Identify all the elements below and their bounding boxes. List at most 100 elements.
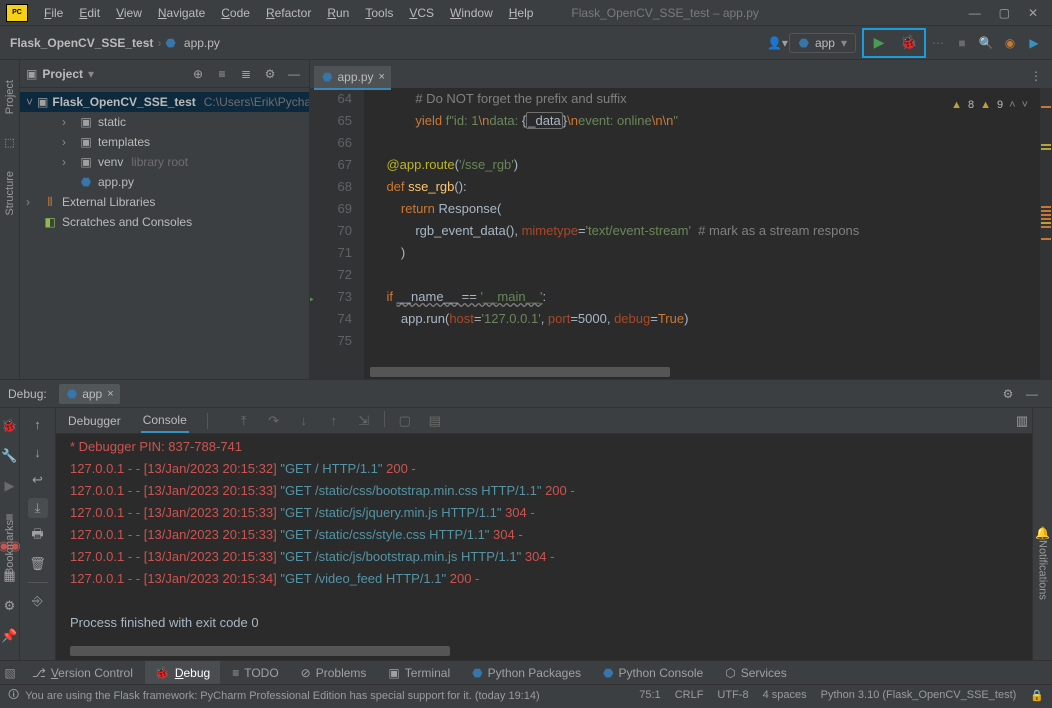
tree-item[interactable]: ›▣venvlibrary root — [20, 152, 309, 172]
wrench-icon[interactable]: 🔧 — [0, 446, 20, 466]
debug-tool[interactable]: 🐞Debug — [145, 661, 220, 684]
expand-icon[interactable]: ≡ — [213, 65, 231, 83]
editor-scrollbar[interactable] — [1040, 88, 1052, 379]
menu-file[interactable]: File — [36, 6, 71, 20]
tree-item[interactable]: ⬣app.py — [20, 172, 309, 192]
menu-run[interactable]: Run — [319, 6, 357, 20]
debug-config-tab[interactable]: ⬣ app × — [59, 384, 120, 404]
editor-gutter[interactable]: 64656667686970717273▶7475 — [310, 88, 364, 379]
code-area[interactable]: # Do NOT forget the prefix and suffix yi… — [364, 88, 1052, 379]
menu-edit[interactable]: Edit — [71, 6, 108, 20]
notifications-tab[interactable]: Notifications — [1037, 540, 1049, 600]
gear-icon[interactable]: ⚙ — [261, 65, 279, 83]
breadcrumb-file[interactable]: app.py — [184, 36, 220, 50]
debugger-tab[interactable]: Debugger — [66, 410, 123, 432]
chevron-down-icon[interactable]: ▾ — [88, 67, 94, 81]
warning-icon[interactable]: ▲ — [980, 94, 991, 116]
menu-tools[interactable]: Tools — [357, 6, 401, 20]
caret-position[interactable]: 75:1 — [639, 689, 660, 702]
menu-help[interactable]: Help — [501, 6, 542, 20]
menu-view[interactable]: View — [108, 6, 150, 20]
editor-tab[interactable]: ⬣ app.py × — [314, 66, 391, 90]
bookmarks-tab[interactable]: Bookmarks — [4, 520, 16, 575]
more-run-icon[interactable]: ⋯ — [926, 31, 950, 55]
indent[interactable]: 4 spaces — [763, 689, 807, 702]
up-icon[interactable]: ˄ — [1009, 94, 1015, 116]
version-control-tool[interactable]: ⎇Version Control — [22, 661, 143, 684]
collapse-icon[interactable]: ≣ — [237, 65, 255, 83]
menu-vcs[interactable]: VCS — [401, 6, 442, 20]
bug-icon[interactable]: 🐞 — [0, 416, 20, 436]
terminal-tool[interactable]: ▣Terminal — [378, 661, 460, 684]
print-icon[interactable]: 🖶 — [28, 526, 48, 546]
search-icon[interactable]: 🔍 — [974, 31, 998, 55]
menu-code[interactable]: Code — [213, 6, 258, 20]
tree-item[interactable]: ›⫴External Libraries — [20, 192, 309, 212]
bottom-toolbar: ▧ ⎇Version Control 🐞Debug ≡TODO ⊘Problem… — [0, 660, 1052, 684]
warning-icon[interactable]: ▲ — [951, 94, 962, 116]
user-icon[interactable]: 👤▾ — [765, 31, 789, 55]
trash-icon[interactable]: 🗑 — [28, 554, 48, 574]
notifications-icon[interactable]: 🔔 — [1035, 526, 1050, 540]
minimize-icon[interactable]: — — [969, 6, 981, 20]
tree-item[interactable]: ◧Scratches and Consoles — [20, 212, 309, 232]
console-tab[interactable]: Console — [141, 409, 189, 433]
sync-icon[interactable]: ◉ — [998, 31, 1022, 55]
layout-panel-icon[interactable]: ▥ — [1012, 411, 1032, 431]
menu-window[interactable]: Window — [442, 6, 501, 20]
wrap-icon[interactable]: ↩ — [28, 470, 48, 490]
tree-item[interactable]: ˅▣Flask_OpenCV_SSE_testC:\Users\Erik\Pyc… — [20, 92, 309, 112]
encoding[interactable]: UTF-8 — [717, 689, 748, 702]
status-message[interactable]: You are using the Flask framework: PyCha… — [25, 690, 539, 702]
step-into-icon[interactable]: ↓ — [294, 411, 314, 431]
close-icon[interactable]: ✕ — [1028, 6, 1038, 20]
hide-icon[interactable]: — — [285, 65, 303, 83]
structure-tool-tab[interactable]: Structure — [4, 171, 16, 216]
step-out-icon[interactable]: ↑ — [324, 411, 344, 431]
hide-panel-icon[interactable]: — — [1020, 382, 1044, 406]
tree-item[interactable]: ›▣static — [20, 112, 309, 132]
menu-refactor[interactable]: Refactor — [258, 6, 319, 20]
todo-tool[interactable]: ≡TODO — [222, 661, 288, 684]
tree-item[interactable]: ›▣templates — [20, 132, 309, 152]
breadcrumb-project[interactable]: Flask_OpenCV_SSE_test — [10, 36, 153, 50]
gear-icon[interactable]: ⚙ — [996, 382, 1020, 406]
menu-navigate[interactable]: Navigate — [150, 6, 213, 20]
run-config-select[interactable]: ⬣ app ▾ — [789, 33, 856, 53]
gear-icon[interactable]: ⚙ — [0, 596, 20, 616]
locate-icon[interactable]: ⊕ — [189, 65, 207, 83]
console-output[interactable]: * Debugger PIN: 837-788-741127.0.0.1 - -… — [56, 434, 1032, 660]
editor-hscrollbar[interactable] — [370, 367, 670, 377]
filter-icon[interactable]: ⎆ — [28, 591, 48, 611]
breadcrumb[interactable]: Flask_OpenCV_SSE_test › ⬣ app.py — [6, 36, 220, 50]
close-tab-icon[interactable]: × — [379, 71, 385, 83]
evaluate-icon[interactable]: ▢ — [395, 411, 415, 431]
down-icon[interactable]: ↓ — [28, 442, 48, 462]
run-to-cursor-icon[interactable]: ⇲ — [354, 411, 374, 431]
interpreter[interactable]: Python 3.10 (Flask_OpenCV_SSE_test) — [821, 689, 1017, 702]
down-icon[interactable]: ˅ — [1022, 94, 1028, 116]
ide-icon[interactable]: ▶ — [1022, 31, 1046, 55]
services-tool[interactable]: ⬡Services — [715, 661, 797, 684]
maximize-icon[interactable]: ▢ — [999, 6, 1010, 20]
lock-icon[interactable]: 🔒 — [1030, 689, 1044, 702]
project-tool-tab[interactable]: Project — [4, 80, 16, 114]
problems-tool[interactable]: ⊘Problems — [291, 661, 377, 684]
run-button[interactable]: ▶ — [864, 30, 894, 56]
step-icon[interactable]: ⤒ — [234, 411, 254, 431]
python-console-tool[interactable]: ⬣Python Console — [593, 661, 713, 684]
up-icon[interactable]: ↑ — [28, 414, 48, 434]
step-over-icon[interactable]: ↷ — [264, 411, 284, 431]
pin-icon[interactable]: 📌 — [0, 626, 20, 646]
close-icon[interactable]: × — [107, 388, 113, 400]
line-ending[interactable]: CRLF — [675, 689, 704, 702]
watch-icon[interactable]: ▤ — [425, 411, 445, 431]
structure-icon[interactable]: ⬚ — [4, 136, 14, 149]
play-icon[interactable]: ▶ — [0, 476, 20, 496]
python-packages-tool[interactable]: ⬣Python Packages — [462, 661, 591, 684]
scroll-to-end-icon[interactable]: ⤓ — [28, 498, 48, 518]
console-hscrollbar[interactable] — [70, 646, 450, 656]
tool-window-icon[interactable]: ▧ — [0, 666, 20, 680]
debug-button[interactable]: 🐞 — [894, 30, 924, 56]
editor-menu-icon[interactable]: ⋮ — [1024, 64, 1048, 88]
